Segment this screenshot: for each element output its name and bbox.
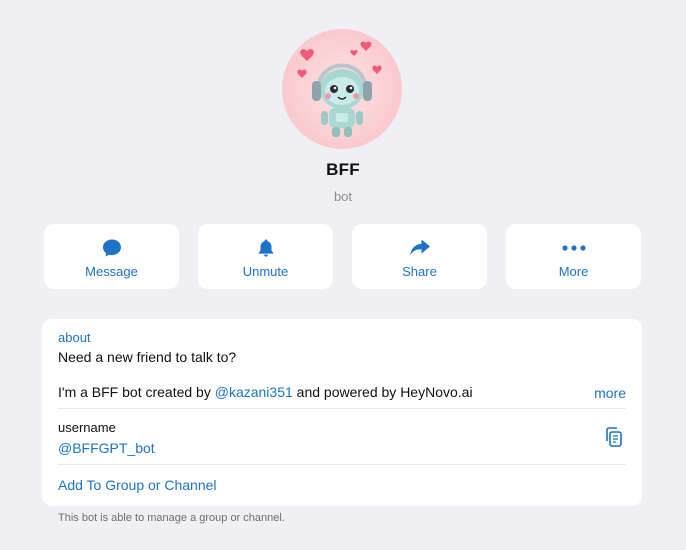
message-button[interactable]: Message [44,224,179,289]
bell-icon [198,237,333,259]
share-arrow-icon [352,237,487,259]
message-button-label: Message [85,264,138,279]
creator-mention-link[interactable]: @kazani351 [215,384,293,400]
username-value[interactable]: @BFFGPT_bot [58,440,155,456]
about-text-suffix: and powered by HeyNovo.ai [292,384,473,400]
footnote: This bot is able to manage a group or ch… [58,512,285,524]
unmute-button[interactable]: Unmute [198,224,333,289]
about-text-prefix: I'm a BFF bot created by [58,384,215,400]
profile-name: BFF [326,160,360,179]
copy-username-icon[interactable] [602,425,626,449]
share-button[interactable]: Share [352,224,487,289]
add-to-group-button[interactable]: Add To Group or Channel [58,477,217,493]
more-dots-icon [506,237,641,259]
more-button-label: More [558,264,589,279]
about-more-link[interactable]: more [594,385,626,401]
about-text-line1: Need a new friend to talk to? [58,349,237,365]
divider [58,464,626,465]
divider [58,408,626,409]
bot-info-card: about Need a new friend to talk to? I'm … [42,319,642,506]
unmute-button-label: Unmute [242,264,289,279]
message-bubble-icon [44,237,179,259]
profile-subtitle: bot [333,189,353,204]
more-button[interactable]: More [506,224,641,289]
about-label: about [58,330,91,345]
robot-avatar-icon [282,29,402,149]
profile-avatar[interactable] [282,29,402,149]
about-text-line2: I'm a BFF bot created by @kazani351 and … [58,384,473,400]
username-label: username [58,420,116,435]
share-button-label: Share [402,264,437,279]
